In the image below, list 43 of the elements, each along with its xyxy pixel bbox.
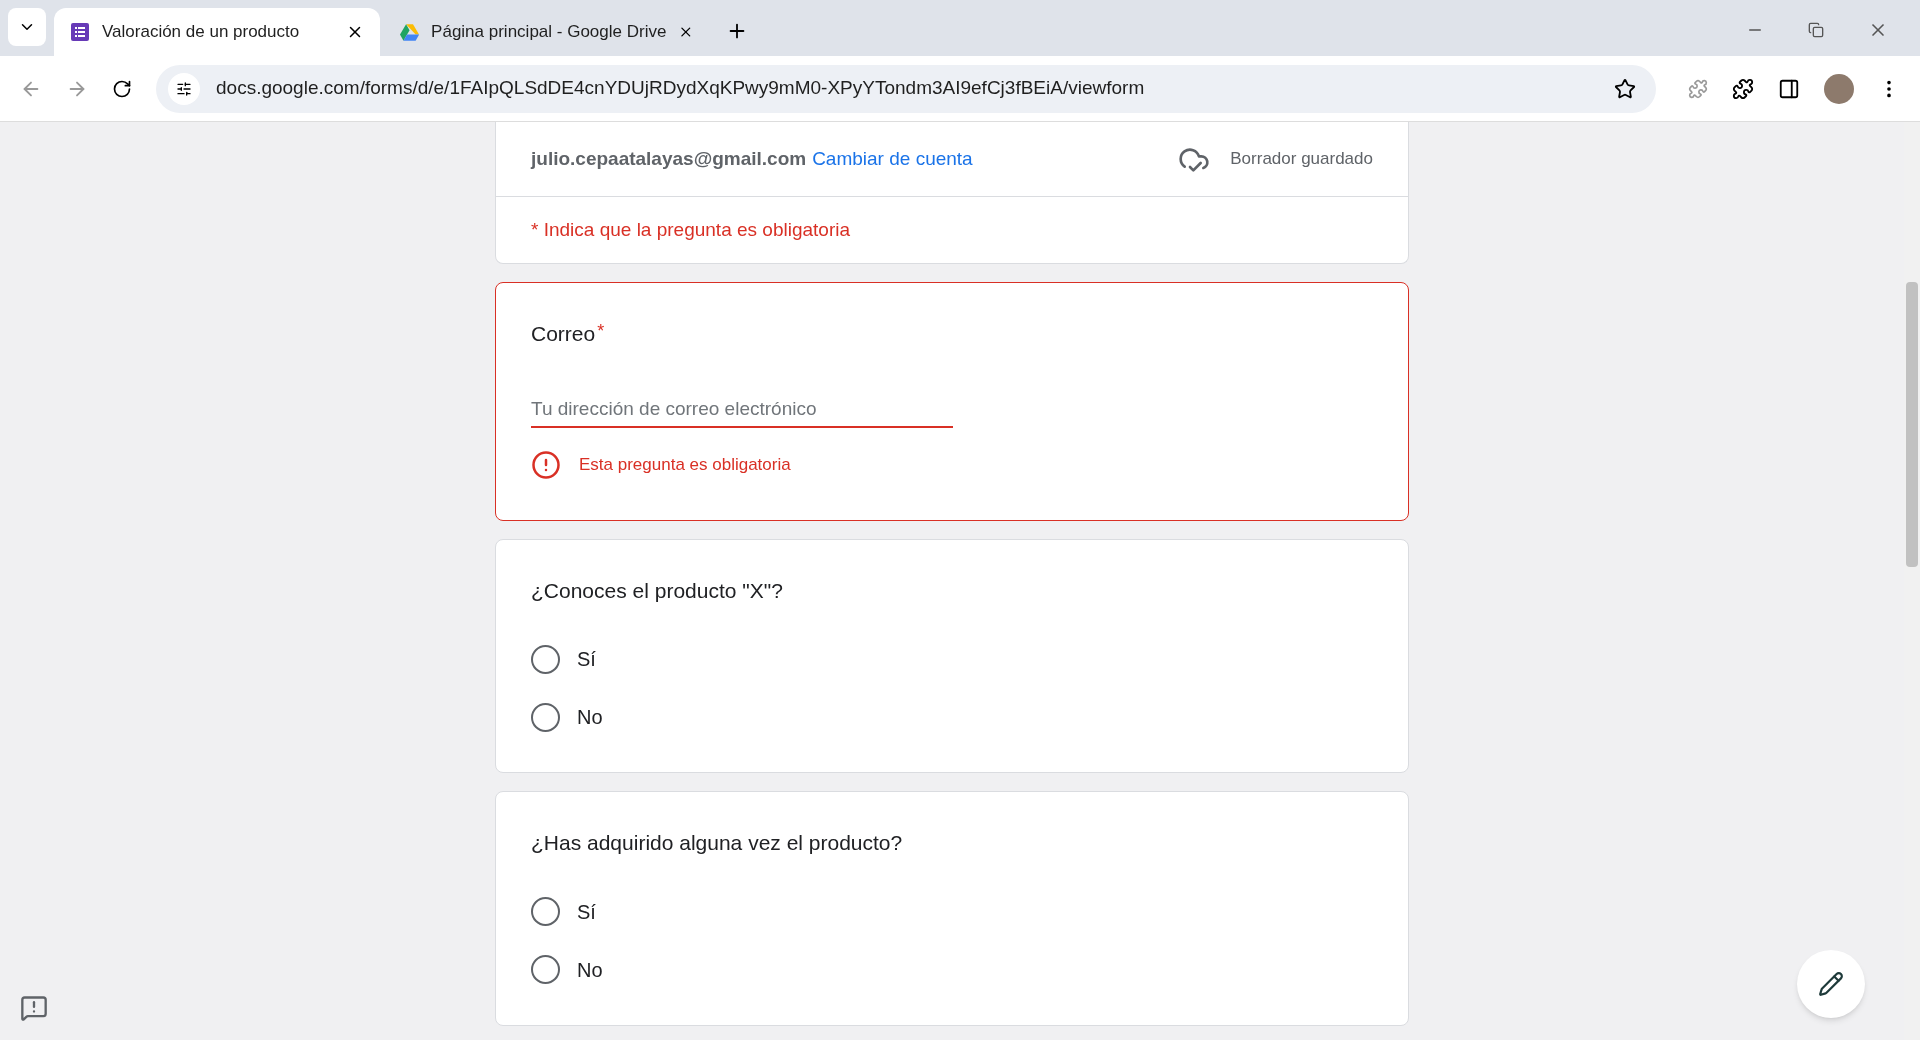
reload-icon[interactable] <box>112 78 132 99</box>
radio-button[interactable] <box>531 702 560 732</box>
radio-option[interactable]: No <box>531 702 1373 732</box>
extension-icon[interactable] <box>1688 78 1708 99</box>
browser-tab[interactable]: Página principal - Google Drive <box>384 8 710 56</box>
question-title: ¿Has adquirido alguna vez el producto? <box>531 830 903 856</box>
option-label: No <box>577 705 603 730</box>
error-icon <box>531 449 561 480</box>
address-bar[interactable]: docs.google.com/forms/d/e/1FAIpQLSdDE4cnYDUjRDydXqKPwy9mM0-XPyYTondm3AI9efCj3fBEiA/viewform <box>156 64 1656 113</box>
email-field[interactable]: Tu dirección de correo electrónico <box>531 391 953 428</box>
draft-status: Borrador guardado <box>1230 148 1373 171</box>
tab-title: Valoración de un producto <box>102 21 301 44</box>
question-title: ¿Conoces el producto "X"? <box>531 577 783 604</box>
bookmark-star-icon[interactable] <box>1614 77 1636 100</box>
triangle-logo-icon <box>400 22 420 42</box>
profile-avatar[interactable] <box>1824 73 1854 104</box>
required-note: * Indica que la pregunta es obligatoria <box>531 217 850 242</box>
required-asterisk: * <box>597 320 605 343</box>
edit-button[interactable] <box>1797 950 1865 1018</box>
account-email: julio.cepaatalayas@gmail.com <box>531 146 807 171</box>
site-settings-button[interactable] <box>168 72 200 105</box>
option-label: Sí <box>577 647 596 672</box>
radio-button[interactable] <box>531 955 560 984</box>
radio-option[interactable]: Sí <box>531 896 1373 927</box>
option-label: Sí <box>577 899 596 925</box>
form-list-icon <box>70 22 90 42</box>
pencil-icon <box>1818 971 1844 997</box>
option-label: No <box>577 957 603 983</box>
browser-tab[interactable]: Valoración de un producto <box>54 8 380 56</box>
switch-account-link[interactable]: Cambiar de cuenta <box>812 144 973 174</box>
radio-button[interactable] <box>531 644 560 674</box>
feedback-icon[interactable] <box>20 994 48 1022</box>
side-panel-icon[interactable] <box>1778 77 1800 100</box>
restore-icon[interactable] <box>1808 22 1824 38</box>
radio-button[interactable] <box>531 897 560 926</box>
extensions-icon[interactable] <box>1732 77 1754 100</box>
url-text: docs.google.com/forms/d/e/1FAIpQLSdDE4cnYDUjRDydXqKPwy9mM0-XPyYTondm3AI9efCj3fBEiA/viewform <box>216 76 1146 101</box>
error-message: Esta pregunta es obligatoria <box>579 453 791 476</box>
sliders-icon <box>176 80 192 97</box>
radio-option[interactable]: Sí <box>531 644 1373 674</box>
question-title: Correo <box>531 321 596 347</box>
tab-title: Página principal - Google Drive <box>431 21 667 44</box>
radio-option[interactable]: No <box>531 954 1373 985</box>
